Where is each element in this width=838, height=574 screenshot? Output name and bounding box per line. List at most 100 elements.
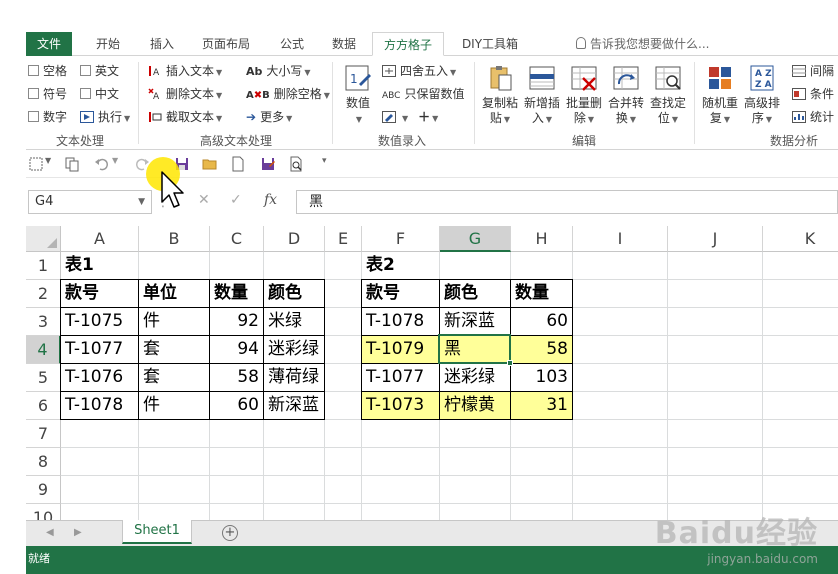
column-header-g[interactable]: G <box>440 226 511 252</box>
execute-button[interactable]: 执行 ▼ <box>80 109 130 127</box>
column-header-f[interactable]: F <box>362 226 440 252</box>
row-header-4[interactable]: 4 <box>26 336 61 364</box>
formula-input[interactable]: 黑 <box>296 190 838 214</box>
find-locate-button[interactable]: 查找定 位 ▼ <box>646 64 690 127</box>
table1-cell[interactable]: 新深蓝 <box>264 392 324 419</box>
extract-text-button[interactable]: 截取文本 ▼ <box>148 109 222 127</box>
table1-cell[interactable]: 薄荷绿 <box>264 364 324 391</box>
row-header-7[interactable]: 7 <box>26 420 61 448</box>
table2-header[interactable]: 数量 <box>511 280 572 307</box>
tab-page-layout[interactable]: 页面布局 <box>194 32 258 56</box>
worksheet-grid[interactable]: A B C D E F G H I J K 1 2 3 4 5 6 7 8 9 10 表1 款号 单位 数量 颜色 T-1075 件 9… <box>26 226 838 520</box>
statistics-button[interactable]: 统计 <box>792 109 834 125</box>
table2-cell[interactable]: 黑 <box>440 336 510 363</box>
table1-header[interactable]: 数量 <box>210 280 263 307</box>
round-button[interactable]: 四舍五入 ▼ <box>382 63 456 81</box>
column-header-c[interactable]: C <box>210 226 264 252</box>
table1-cell[interactable]: T-1075 <box>61 308 138 335</box>
column-header-k[interactable]: K <box>763 226 838 252</box>
checkbox-space[interactable]: 空格 <box>28 63 67 79</box>
table1-cell[interactable]: 件 <box>139 308 209 335</box>
column-header-i[interactable]: I <box>573 226 668 252</box>
print-preview-icon[interactable] <box>288 156 304 172</box>
row-header-6[interactable]: 6 <box>26 392 61 420</box>
borders-icon[interactable] <box>28 156 44 172</box>
table1-cell[interactable]: 米绿 <box>264 308 324 335</box>
row-header-9[interactable]: 9 <box>26 476 61 504</box>
table1-header[interactable]: 单位 <box>139 280 209 307</box>
tab-data[interactable]: 数据 <box>322 32 366 56</box>
insert-function-icon[interactable]: fx <box>264 192 277 208</box>
row-header-5[interactable]: 5 <box>26 364 61 392</box>
row-header-10[interactable]: 10 <box>26 504 61 520</box>
table2-cell[interactable]: 103 <box>511 364 572 391</box>
tab-insert[interactable]: 插入 <box>140 32 184 56</box>
add-insert-button[interactable]: 新增插 入 ▼ <box>520 64 564 127</box>
condition-button[interactable]: 条件 <box>792 86 834 102</box>
merge-convert-button[interactable]: 合并转 换 ▼ <box>604 64 648 127</box>
tab-formulas[interactable]: 公式 <box>270 32 314 56</box>
delete-space-button[interactable]: A✖B 删除空格 ▼ <box>246 86 330 104</box>
checkbox-number[interactable]: 数字 <box>28 109 67 125</box>
table1-cell[interactable]: T-1076 <box>61 364 138 391</box>
interval-button[interactable]: 间隔 <box>792 63 834 79</box>
scroll-left-icon[interactable]: ◀ <box>46 527 54 538</box>
insert-text-button[interactable]: A 插入文本 ▼ <box>148 63 222 81</box>
table1-cell[interactable]: T-1078 <box>61 392 138 419</box>
add-sheet-icon[interactable]: + <box>222 525 238 541</box>
column-header-b[interactable]: B <box>139 226 210 252</box>
table2-cell[interactable]: 新深蓝 <box>440 308 510 335</box>
undo-dropdown-icon[interactable]: ▼ <box>112 156 118 165</box>
keep-number-button[interactable]: ABC 只保留数值 <box>382 86 464 104</box>
open-folder-icon[interactable] <box>202 156 218 172</box>
tab-diy-toolbox[interactable]: DIY工具箱 <box>452 32 528 56</box>
copy-icon[interactable] <box>64 156 80 172</box>
confirm-icon[interactable]: ✓ <box>230 192 242 208</box>
table2-cell[interactable]: 迷彩绿 <box>440 364 510 391</box>
new-file-icon[interactable] <box>230 156 246 172</box>
save-as-icon[interactable] <box>260 156 276 172</box>
row-header-1[interactable]: 1 <box>26 252 61 280</box>
table2-header[interactable]: 款号 <box>362 280 439 307</box>
edit-dropdown[interactable]: ▼ ＋ ▼ <box>382 109 438 127</box>
borders-dropdown-icon[interactable]: ▼ <box>45 156 51 165</box>
column-header-j[interactable]: J <box>668 226 763 252</box>
undo-icon[interactable] <box>94 156 110 172</box>
delete-text-button[interactable]: A 删除文本 ▼ <box>148 86 222 104</box>
customize-qat-icon[interactable]: ▾ <box>322 156 327 166</box>
tab-file[interactable]: 文件 <box>26 32 72 56</box>
value-button[interactable]: 1 数值 ▼ <box>336 64 380 127</box>
table1-cell[interactable]: 58 <box>210 364 263 391</box>
table2-cell[interactable]: 58 <box>511 336 572 363</box>
name-box[interactable]: G4 ▼ <box>28 190 152 214</box>
scroll-right-icon[interactable]: ▶ <box>74 527 82 538</box>
advanced-sort-button[interactable]: A ZZ A 高级排 序 ▼ <box>740 64 784 127</box>
column-header-d[interactable]: D <box>264 226 325 252</box>
row-header-8[interactable]: 8 <box>26 448 61 476</box>
batch-delete-button[interactable]: 批量删 除 ▼ <box>562 64 606 127</box>
tell-me-box[interactable]: 告诉我您想要做什么... <box>576 32 709 56</box>
table1-cell[interactable]: 套 <box>139 336 209 363</box>
sheet-tab-sheet1[interactable]: Sheet1 <box>122 520 192 544</box>
table2-cell[interactable]: 60 <box>511 308 572 335</box>
table1-header[interactable]: 款号 <box>61 280 138 307</box>
table1-title[interactable]: 表1 <box>61 252 138 279</box>
more-button[interactable]: ➔ 更多 ▼ <box>246 109 292 127</box>
table2-cell[interactable]: 柠檬黄 <box>440 392 510 419</box>
table1-cell[interactable]: T-1077 <box>61 336 138 363</box>
table1-cell[interactable]: 60 <box>210 392 263 419</box>
random-repeat-button[interactable]: 随机重 复 ▼ <box>698 64 742 127</box>
table2-title[interactable]: 表2 <box>362 252 439 279</box>
copy-paste-button[interactable]: 复制粘 贴 ▼ <box>478 64 522 127</box>
column-header-e[interactable]: E <box>325 226 362 252</box>
column-header-h[interactable]: H <box>511 226 573 252</box>
table1-cell[interactable]: 92 <box>210 308 263 335</box>
table2-cell[interactable]: T-1079 <box>362 336 439 363</box>
select-all-corner[interactable] <box>26 226 61 252</box>
tab-home[interactable]: 开始 <box>86 32 130 56</box>
table2-header[interactable]: 颜色 <box>440 280 510 307</box>
plus-icon[interactable]: ＋ <box>418 110 430 124</box>
checkbox-english[interactable]: 英文 <box>80 63 119 79</box>
row-header-3[interactable]: 3 <box>26 308 61 336</box>
table2-cell[interactable]: T-1077 <box>362 364 439 391</box>
